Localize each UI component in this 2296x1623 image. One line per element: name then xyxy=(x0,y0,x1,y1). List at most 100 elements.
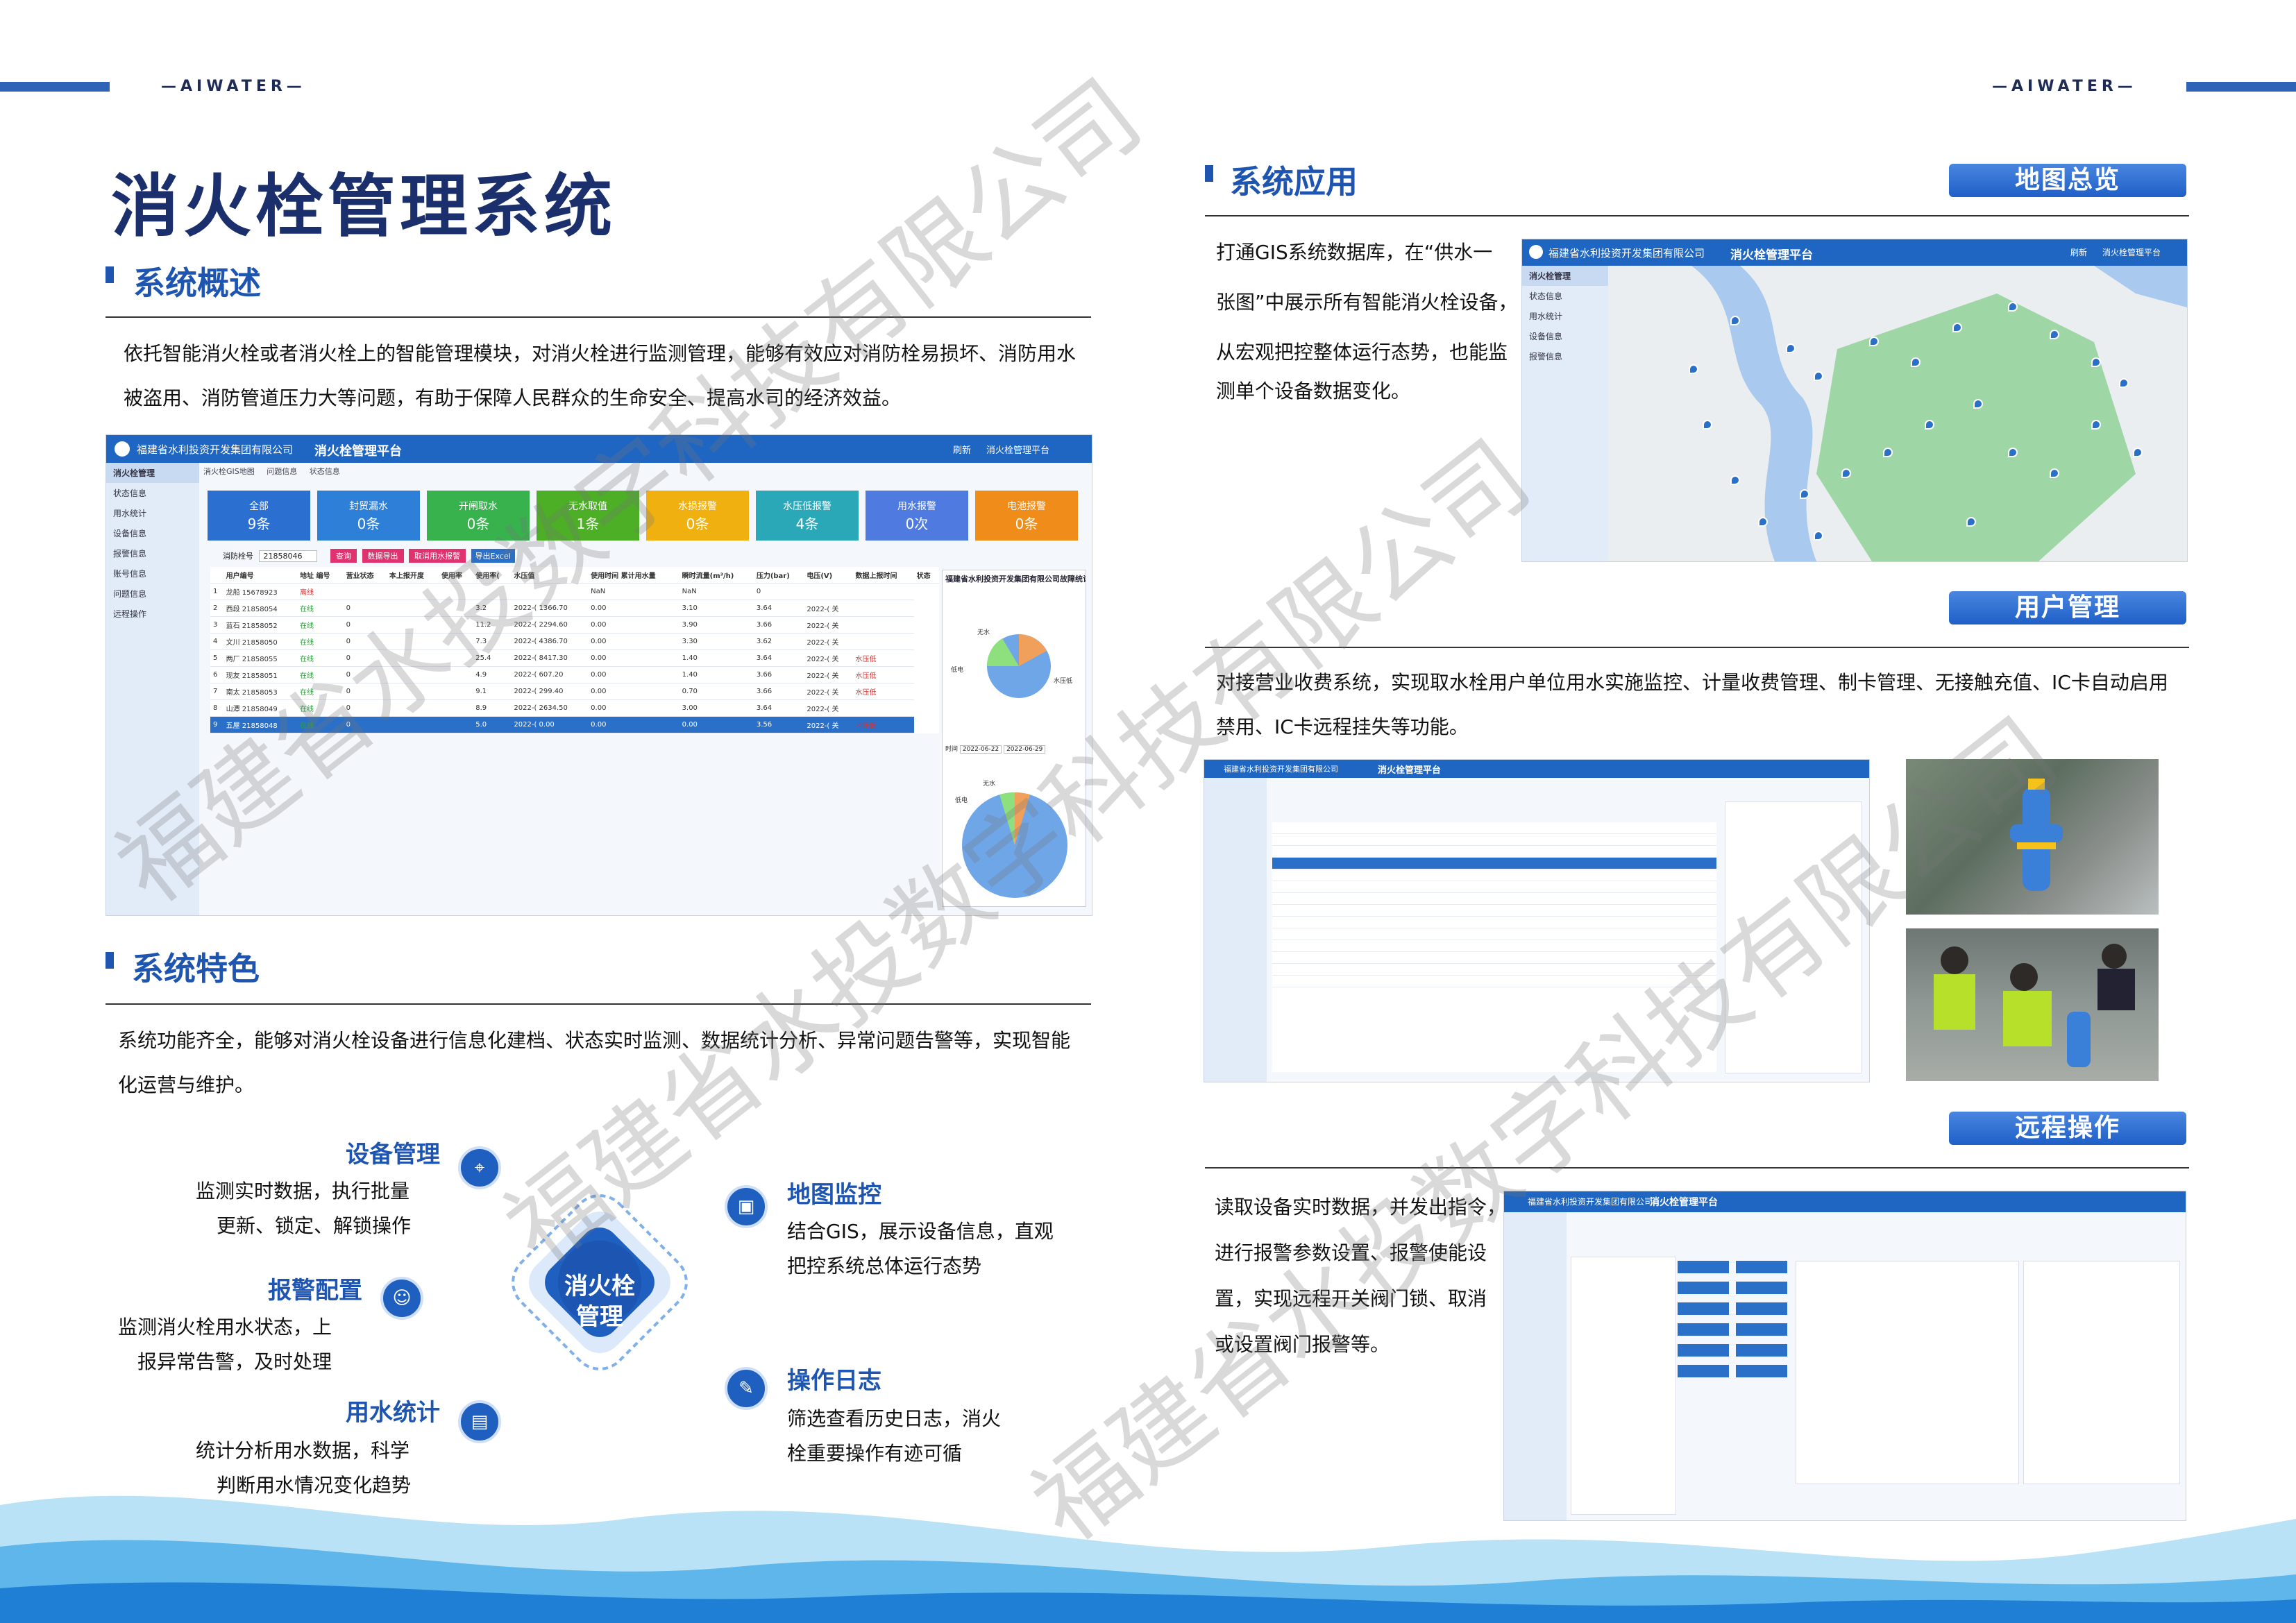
hydrant-pin-icon[interactable] xyxy=(2050,468,2059,478)
hydrant-pin-icon[interactable] xyxy=(1689,364,1698,374)
command-button[interactable] xyxy=(1678,1344,1729,1357)
stat-card[interactable]: 封贸漏水 0条 xyxy=(317,491,420,541)
logo-icon xyxy=(1529,245,1543,259)
stat-card-value: 0条 xyxy=(1015,516,1038,532)
sidebar-item-hydrant[interactable]: 消火栓管理 xyxy=(106,463,199,483)
sidebar-item-status[interactable]: 状态信息 xyxy=(106,483,199,503)
hydrant-pin-icon[interactable] xyxy=(1966,517,1976,527)
sidebar-item-hydrant[interactable]: 消火栓管理 xyxy=(1522,266,1608,286)
hydrant-pin-icon[interactable] xyxy=(1869,337,1879,346)
command-button[interactable] xyxy=(1736,1302,1787,1315)
hydrant-pin-icon[interactable] xyxy=(1841,468,1851,478)
sidebar-item-usage[interactable]: 用水统计 xyxy=(1522,306,1608,326)
date-from[interactable]: 2022-06-22 xyxy=(959,745,1002,754)
map-text-4: 测单个设备数据变化。 xyxy=(1216,380,1411,402)
sidebar-item-usage[interactable]: 用水统计 xyxy=(106,503,199,523)
list-item[interactable] xyxy=(1272,928,1716,940)
hydrant-pin-icon[interactable] xyxy=(1925,420,1934,430)
command-button[interactable] xyxy=(1736,1323,1787,1336)
sidebar-item-alarm[interactable]: 报警信息 xyxy=(106,543,199,563)
list-item[interactable] xyxy=(1272,893,1716,905)
table-cell: 0.00 xyxy=(588,683,679,700)
hydrant-pin-icon[interactable] xyxy=(1952,323,1962,332)
list-item[interactable] xyxy=(1272,905,1716,917)
sidebar-item-remote[interactable]: 远程操作 xyxy=(106,604,199,624)
hydrant-pin-icon[interactable] xyxy=(2119,378,2129,388)
sidebar-item-device[interactable]: 设备信息 xyxy=(106,523,199,543)
pie1-label-lowbatt: 低电 xyxy=(951,665,963,674)
user-menu[interactable]: 消火栓管理平台 xyxy=(986,443,1049,456)
hydrant-pin-icon[interactable] xyxy=(1800,489,1809,499)
tab-issue[interactable]: 问题信息 xyxy=(267,467,297,476)
map-overview-tag: 地图总览 xyxy=(1949,164,2186,197)
hydrant-pin-icon[interactable] xyxy=(1814,531,1823,541)
sidebar-item-status[interactable]: 状态信息 xyxy=(1522,286,1608,306)
hydrant-pin-icon[interactable] xyxy=(1730,316,1740,325)
command-button[interactable] xyxy=(1678,1323,1729,1336)
table-cell: 3.66 xyxy=(753,666,804,683)
hydrant-pin-icon[interactable] xyxy=(1786,343,1796,353)
list-item[interactable] xyxy=(1272,881,1716,893)
hydrant-pin-icon[interactable] xyxy=(1973,399,1983,409)
search-input[interactable]: 21858046 xyxy=(258,550,317,562)
search-label: 消防栓号 xyxy=(223,552,253,561)
command-button[interactable] xyxy=(1678,1282,1729,1294)
sidebar-item-issue[interactable]: 问题信息 xyxy=(106,584,199,604)
command-button[interactable] xyxy=(1736,1261,1787,1273)
list-item[interactable] xyxy=(1272,917,1716,928)
command-button[interactable] xyxy=(1736,1365,1787,1377)
refresh-button[interactable]: 刷新 xyxy=(2070,246,2087,258)
query-button[interactable]: 查询 xyxy=(330,549,357,563)
hydrant-pin-icon[interactable] xyxy=(2050,330,2059,339)
hydrant-pin-icon[interactable] xyxy=(1730,475,1740,485)
feature-log-title: 操作日志 xyxy=(787,1367,881,1395)
command-buttons xyxy=(1678,1261,1789,1420)
list-item[interactable] xyxy=(1272,869,1716,881)
stat-card[interactable]: 水压低报警 4条 xyxy=(756,491,859,541)
list-item[interactable] xyxy=(1272,822,1716,834)
features-text-1: 系统功能齐全，能够对消火栓设备进行信息化建档、状态实时监测、数据统计分析、异常问… xyxy=(118,1029,1071,1052)
export-button[interactable]: 数据导出 xyxy=(362,549,404,563)
page-title: 消火栓管理系统 xyxy=(111,167,617,246)
hub-label-2: 管理 xyxy=(576,1303,623,1331)
stat-card-label: 封贸漏水 xyxy=(349,501,388,512)
command-button[interactable] xyxy=(1678,1261,1729,1273)
hydrant-pin-icon[interactable] xyxy=(1883,448,1893,457)
stat-card[interactable]: 电池报警 0条 xyxy=(975,491,1078,541)
hydrant-pin-icon[interactable] xyxy=(2091,420,2101,430)
stat-card[interactable]: 全部 9条 xyxy=(208,491,310,541)
list-item[interactable] xyxy=(1272,834,1716,846)
hydrant-pin-icon[interactable] xyxy=(2133,448,2143,457)
hydrant-pin-icon[interactable] xyxy=(1814,371,1823,381)
sidebar-item-device[interactable]: 设备信息 xyxy=(1522,326,1608,346)
hydrant-pin-icon[interactable] xyxy=(1758,517,1768,527)
hydrant-pin-icon[interactable] xyxy=(2091,357,2101,367)
sidebar-item-account[interactable]: 账号信息 xyxy=(106,563,199,584)
tab-status[interactable]: 状态信息 xyxy=(310,467,340,476)
list-item[interactable] xyxy=(1272,846,1716,858)
hydrant-pin-icon[interactable] xyxy=(1703,420,1712,430)
user-menu[interactable]: 消火栓管理平台 xyxy=(2102,246,2161,258)
command-button[interactable] xyxy=(1736,1282,1787,1294)
tab-gis[interactable]: 消火栓GIS地图 xyxy=(203,467,255,476)
list-item[interactable] xyxy=(1272,858,1716,869)
hydrant-pin-icon[interactable] xyxy=(2008,302,2018,312)
refresh-button[interactable]: 刷新 xyxy=(953,443,971,456)
pie1-label-nowater: 无水 xyxy=(977,628,990,636)
hydrant-pin-icon[interactable] xyxy=(1911,357,1921,367)
command-button[interactable] xyxy=(1736,1344,1787,1357)
feature-device-desc-1: 监测实时数据，执行批量 xyxy=(196,1180,410,1203)
table-cell: 龙船 15678923 xyxy=(223,583,297,600)
table-cell: 2022-( 607.20 xyxy=(511,666,589,683)
command-button[interactable] xyxy=(1678,1365,1729,1377)
stat-card[interactable]: 用水报警 0次 xyxy=(866,491,968,541)
table-cell: 3.56 xyxy=(753,716,804,733)
map-icon: ▣ xyxy=(725,1185,768,1228)
overview-text-1: 依托智能消火栓或者消火栓上的智能管理模块，对消火栓进行监测管理，能够有效应对消防… xyxy=(124,342,1077,365)
column-header: 压力(bar) xyxy=(753,567,804,584)
command-button[interactable] xyxy=(1678,1302,1729,1315)
table-row[interactable]: 3 蓝石 21858052 在线 0 11.2 2022-( 2294.60 0.00 3.9… xyxy=(210,616,939,634)
hydrant-pin-icon[interactable] xyxy=(2008,448,2018,457)
sidebar-item-alarm[interactable]: 报警信息 xyxy=(1522,346,1608,366)
table-cell: 2 xyxy=(210,600,223,617)
